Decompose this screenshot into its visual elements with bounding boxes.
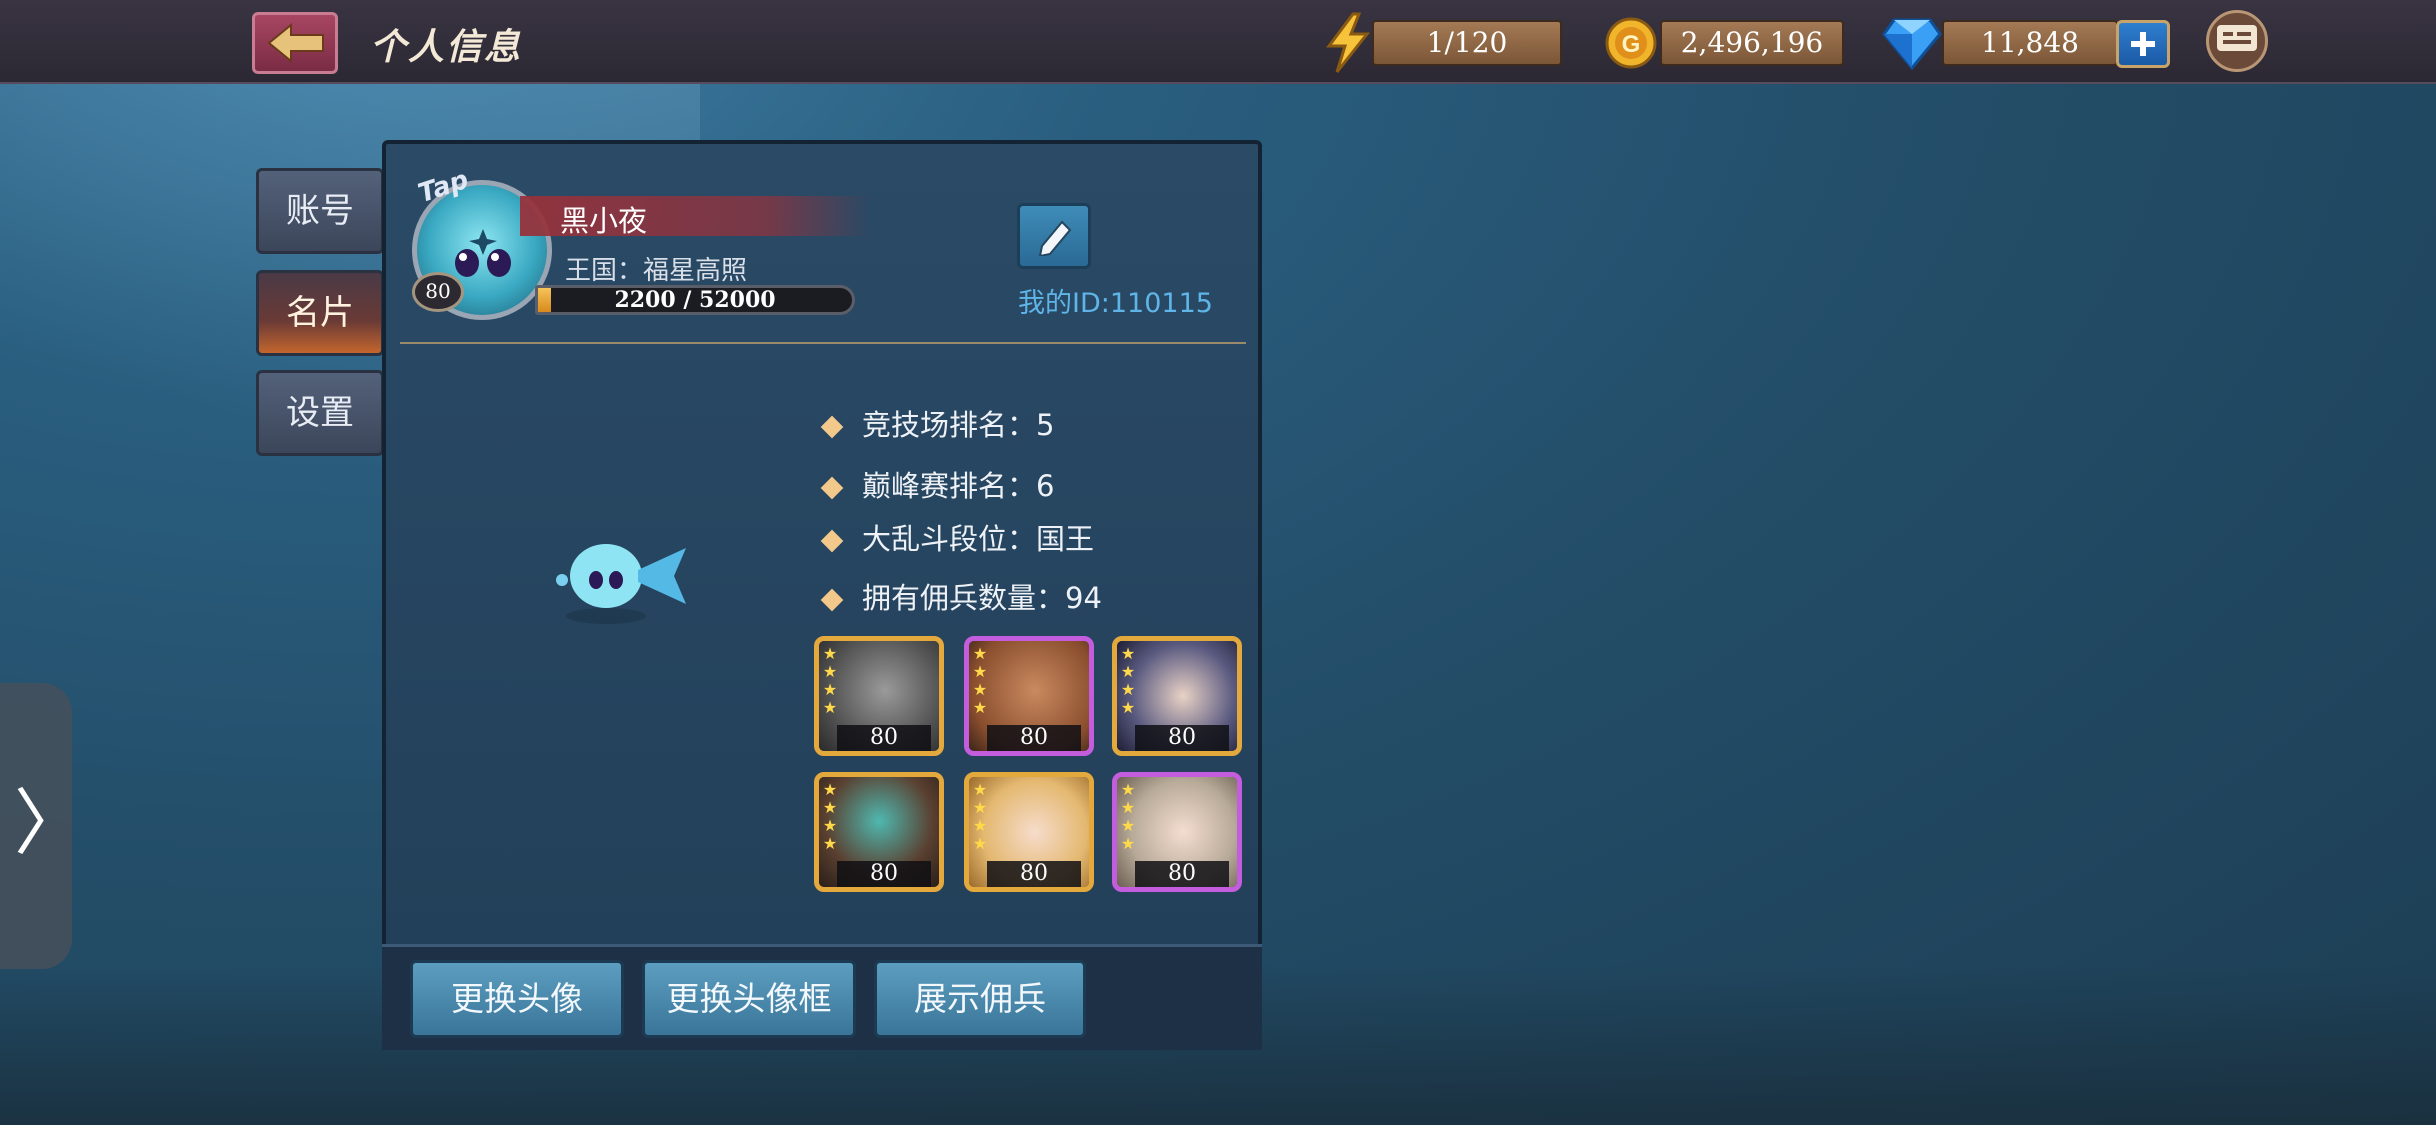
hero-card[interactable]: ★ ★ ★ ★ 80 bbox=[964, 636, 1094, 756]
change-avatar-frame-button[interactable]: 更换头像框 bbox=[642, 960, 856, 1038]
hero-level: 80 bbox=[837, 725, 931, 751]
stat-brawl-tier: 大乱斗段位：国王 bbox=[818, 516, 1094, 558]
gem-counter: 11,848 bbox=[1942, 20, 2118, 66]
tab-business-card[interactable]: 名片 bbox=[256, 270, 384, 356]
kingdom-name: 王国：福星高照 bbox=[565, 256, 748, 286]
experience-bar: 2200 / 52000 bbox=[535, 285, 855, 315]
star-icon: ★ ★ ★ ★ bbox=[972, 644, 988, 717]
stat-text: 巅峰赛排名：6 bbox=[862, 469, 1055, 503]
header-divider bbox=[400, 342, 1246, 344]
gold-counter: 2,496,196 bbox=[1660, 20, 1844, 66]
chat-icon bbox=[2217, 25, 2257, 51]
stat-mercenary-count: 拥有佣兵数量：94 bbox=[818, 575, 1102, 617]
hero-card[interactable]: ★ ★ ★ ★ 80 bbox=[1112, 636, 1242, 756]
diamond-gem-icon bbox=[1882, 18, 1942, 70]
hero-card[interactable]: ★ ★ ★ ★ 80 bbox=[814, 636, 944, 756]
edit-profile-button[interactable] bbox=[1017, 203, 1091, 269]
gold-coin-icon: G bbox=[1605, 17, 1657, 69]
hero-level: 80 bbox=[987, 725, 1081, 751]
player-id: 我的ID:110115 bbox=[1018, 288, 1213, 319]
svg-text:G: G bbox=[1622, 31, 1641, 58]
pencil-icon bbox=[1038, 220, 1072, 256]
change-avatar-button[interactable]: 更换头像 bbox=[410, 960, 624, 1038]
player-name: 黑小夜 bbox=[560, 204, 648, 238]
hero-card[interactable]: ★ ★ ★ ★ 80 bbox=[964, 772, 1094, 892]
hero-level: 80 bbox=[987, 861, 1081, 887]
stat-text: 竞技场排名：5 bbox=[862, 408, 1055, 442]
show-mercenary-button[interactable]: 展示佣兵 bbox=[874, 960, 1086, 1038]
pet-fish-icon bbox=[556, 544, 686, 624]
stat-text: 拥有佣兵数量：94 bbox=[862, 581, 1102, 615]
diamond-bullet-icon bbox=[820, 415, 844, 439]
diamond-bullet-icon bbox=[820, 529, 844, 553]
star-icon: ★ ★ ★ ★ bbox=[972, 780, 988, 853]
diamond-bullet-icon bbox=[820, 476, 844, 500]
lightning-icon bbox=[1326, 12, 1371, 73]
experience-text: 2200 / 52000 bbox=[614, 287, 776, 313]
star-icon: ★ ★ ★ ★ bbox=[1120, 780, 1136, 853]
page-title: 个人信息 bbox=[370, 27, 523, 68]
hero-level: 80 bbox=[837, 861, 931, 887]
add-gems-button[interactable] bbox=[2116, 20, 2170, 68]
energy-counter: 1/120 bbox=[1372, 20, 1562, 66]
star-icon: ★ ★ ★ ★ bbox=[822, 644, 838, 717]
stat-peak-rank: 巅峰赛排名：6 bbox=[818, 463, 1054, 505]
hero-card[interactable]: ★ ★ ★ ★ 80 bbox=[814, 772, 944, 892]
star-icon: ★ ★ ★ ★ bbox=[1120, 644, 1136, 717]
player-level-badge: 80 bbox=[412, 272, 464, 312]
stat-text: 大乱斗段位：国王 bbox=[862, 522, 1095, 556]
back-button[interactable] bbox=[252, 12, 338, 74]
chevron-right-icon: 〉 bbox=[14, 781, 87, 865]
hero-level: 80 bbox=[1135, 725, 1229, 751]
hero-level: 80 bbox=[1135, 861, 1229, 887]
tab-account[interactable]: 账号 bbox=[256, 168, 384, 254]
back-arrow-icon bbox=[267, 22, 324, 64]
star-icon: ★ ★ ★ ★ bbox=[822, 780, 838, 853]
hero-card[interactable]: ★ ★ ★ ★ 80 bbox=[1112, 772, 1242, 892]
chat-button[interactable] bbox=[2206, 10, 2268, 72]
stat-arena-rank: 竞技场排名：5 bbox=[818, 402, 1054, 444]
diamond-bullet-icon bbox=[820, 588, 844, 612]
side-drawer-handle[interactable]: 〉 bbox=[0, 683, 86, 969]
tab-settings[interactable]: 设置 bbox=[256, 370, 384, 456]
